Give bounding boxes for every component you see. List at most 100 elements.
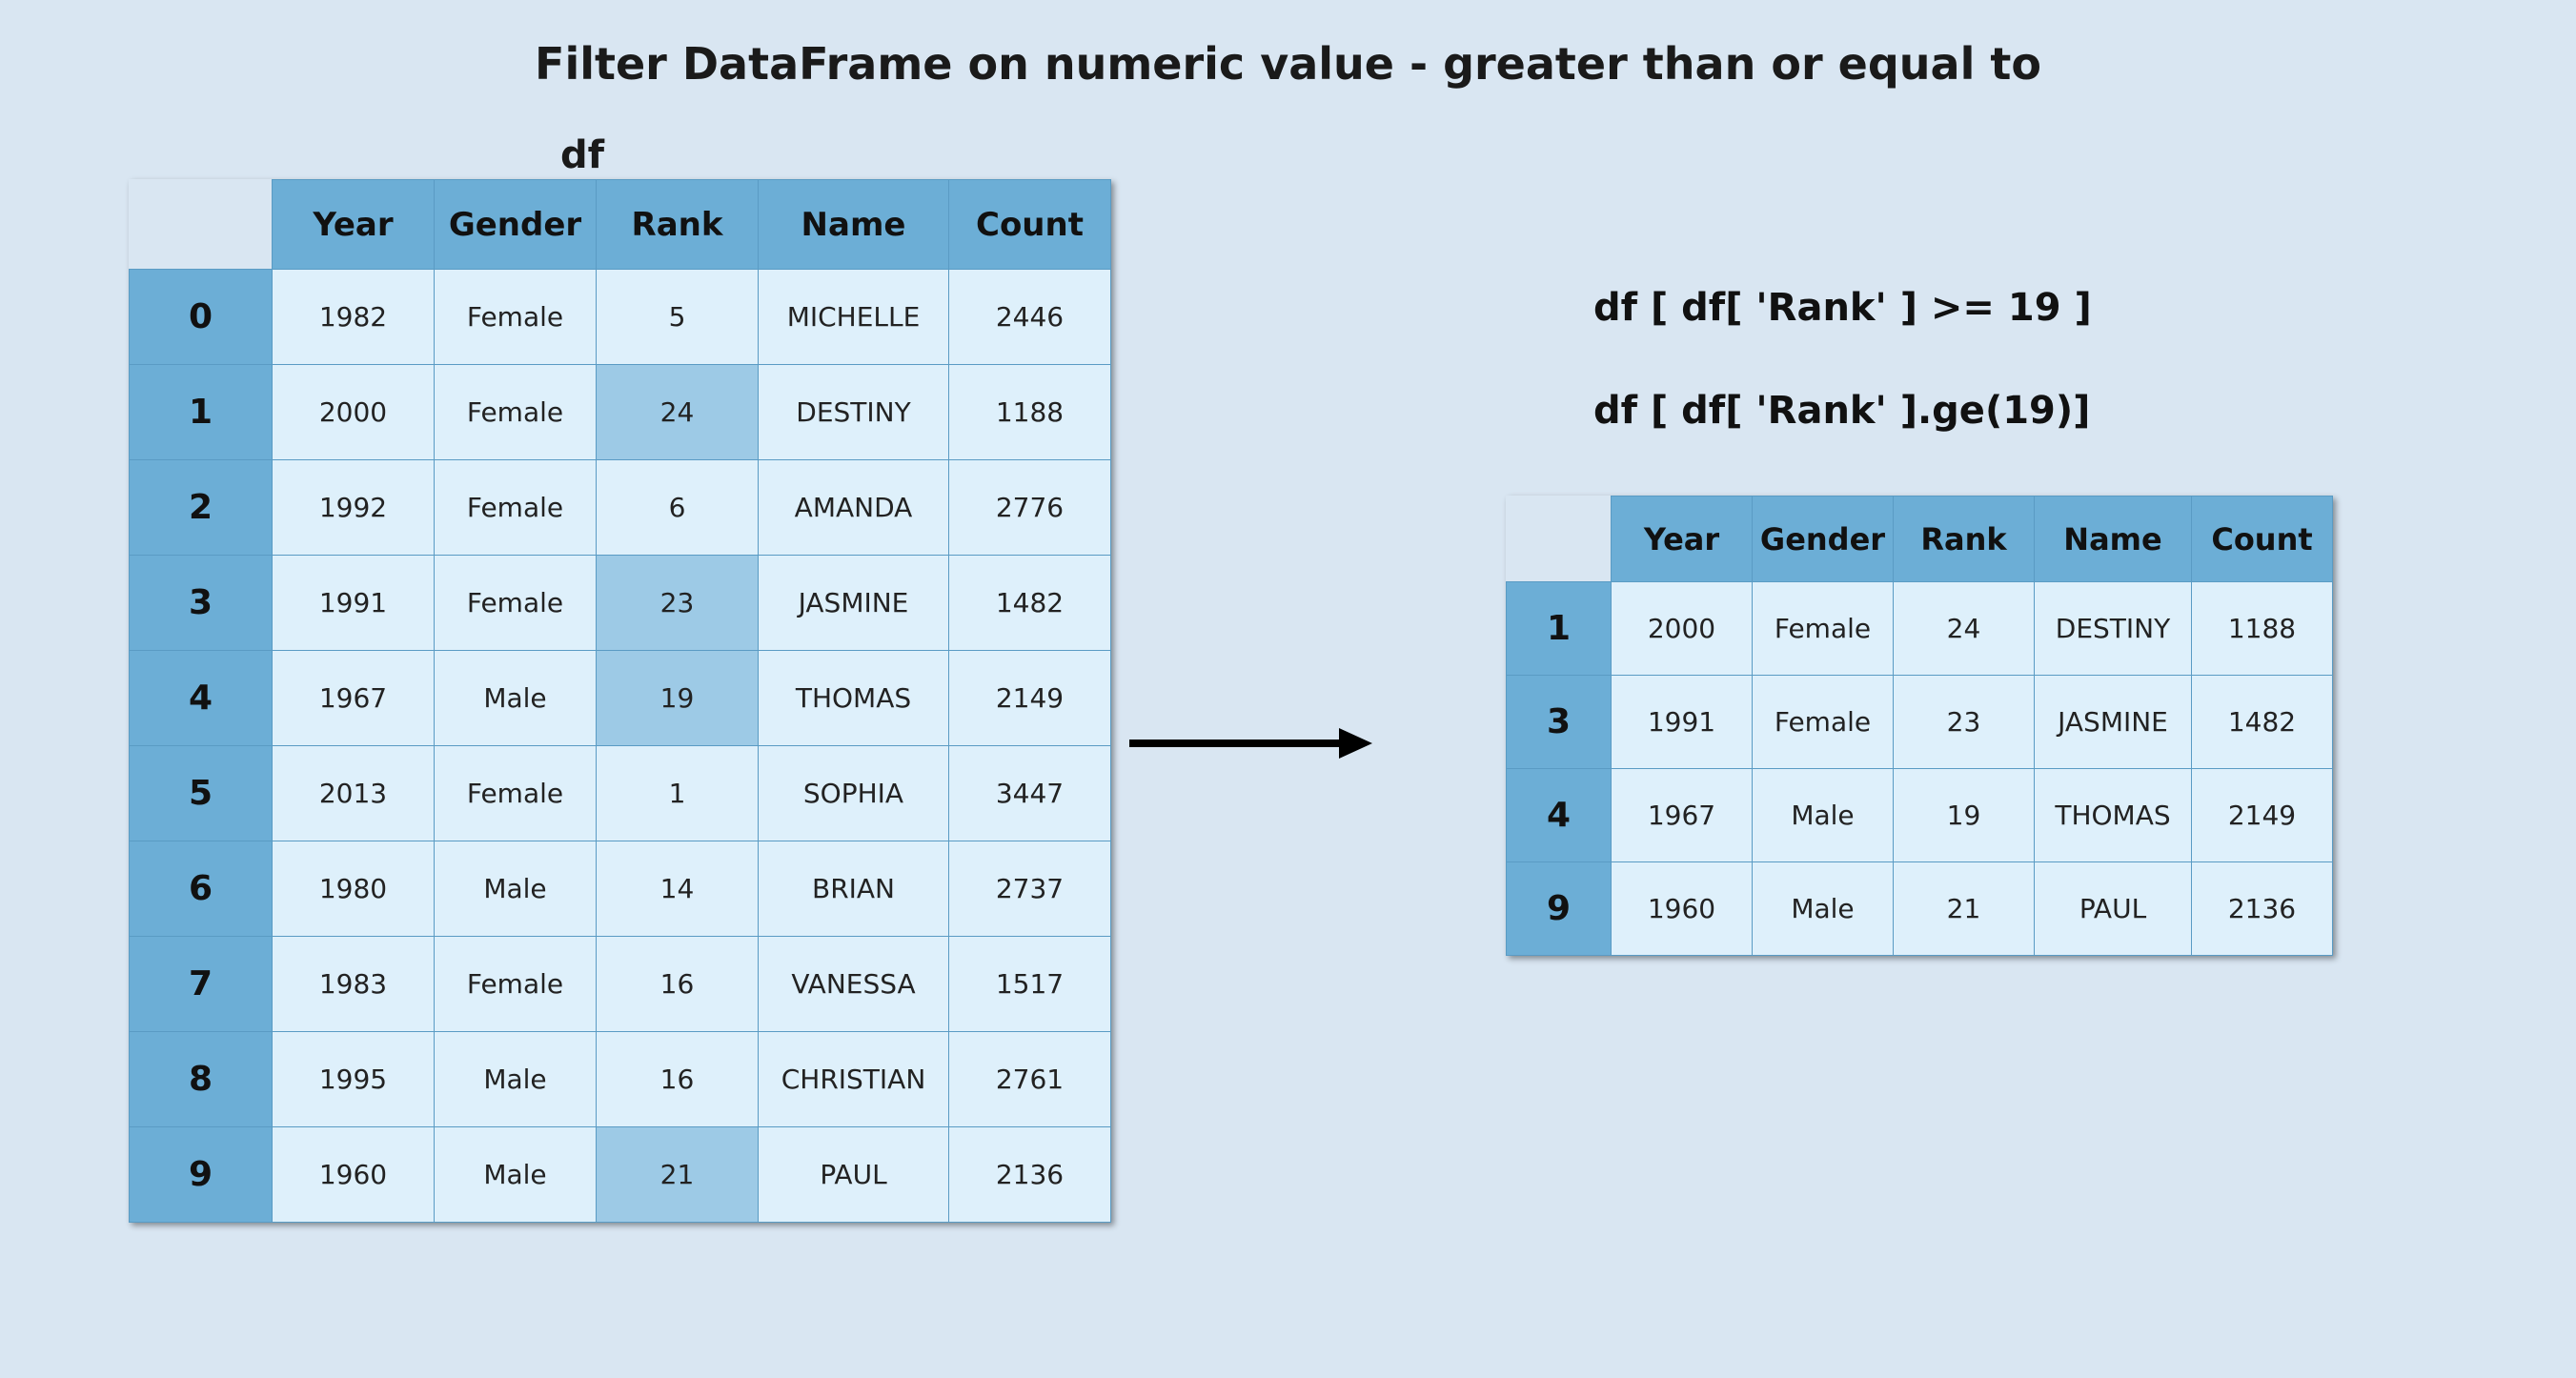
cell-count: 3447 [949,746,1111,841]
row-index: 2 [130,460,273,556]
cell-name: THOMAS [2035,769,2192,862]
cell-count: 1188 [2192,582,2333,676]
cell-year: 1991 [273,556,435,651]
cell-gender: Female [1753,676,1894,769]
source-dataframe-table: Year Gender Rank Name Count 01982Female5… [129,179,1111,1223]
cell-count: 2737 [949,841,1111,937]
cell-count: 1482 [2192,676,2333,769]
col-header-count: Count [949,180,1111,270]
cell-rank: 14 [597,841,759,937]
row-index: 3 [130,556,273,651]
cell-count: 2136 [2192,862,2333,956]
cell-name: JASMINE [759,556,949,651]
cell-year: 1982 [273,270,435,365]
col-header-year: Year [273,180,435,270]
cell-gender: Female [435,937,597,1032]
cell-gender: Male [435,841,597,937]
table-row: 21992Female6AMANDA2776 [130,460,1111,556]
cell-gender: Male [1753,769,1894,862]
table-row: 52013Female1SOPHIA3447 [130,746,1111,841]
code-expression-ge-method: df [ df[ 'Rank' ].ge(19)] [1593,389,2090,433]
cell-rank: 1 [597,746,759,841]
cell-year: 1983 [273,937,435,1032]
cell-count: 2136 [949,1127,1111,1223]
cell-gender: Male [435,1032,597,1127]
cell-count: 2446 [949,270,1111,365]
cell-year: 1991 [1612,676,1753,769]
cell-count: 2776 [949,460,1111,556]
cell-rank: 24 [597,365,759,460]
row-index: 0 [130,270,273,365]
cell-name: CHRISTIAN [759,1032,949,1127]
row-index: 6 [130,841,273,937]
cell-year: 1967 [1612,769,1753,862]
cell-count: 2149 [949,651,1111,746]
cell-gender: Female [435,270,597,365]
cell-rank: 21 [1894,862,2035,956]
row-index: 5 [130,746,273,841]
arrow-icon [1125,724,1372,762]
left-table-label: df [560,133,604,177]
row-index: 4 [1507,769,1612,862]
table-row: 12000Female24DESTINY1188 [1507,582,2333,676]
cell-rank: 19 [597,651,759,746]
table-row: 12000Female24DESTINY1188 [130,365,1111,460]
cell-name: THOMAS [759,651,949,746]
col-header-gender: Gender [435,180,597,270]
cell-rank: 6 [597,460,759,556]
cell-count: 2761 [949,1032,1111,1127]
cell-year: 1960 [273,1127,435,1223]
table-row: 71983Female16VANESSA1517 [130,937,1111,1032]
row-index: 3 [1507,676,1612,769]
cell-name: AMANDA [759,460,949,556]
cell-name: PAUL [759,1127,949,1223]
cell-count: 1482 [949,556,1111,651]
row-index: 7 [130,937,273,1032]
table-row: 31991Female23JASMINE1482 [130,556,1111,651]
col-header-count: Count [2192,496,2333,582]
table-row: 81995Male16CHRISTIAN2761 [130,1032,1111,1127]
cell-rank: 16 [597,1032,759,1127]
cell-gender: Female [435,365,597,460]
table-row: 91960Male21PAUL2136 [1507,862,2333,956]
row-index: 4 [130,651,273,746]
cell-year: 2013 [273,746,435,841]
cell-gender: Female [435,460,597,556]
cell-rank: 21 [597,1127,759,1223]
cell-name: SOPHIA [759,746,949,841]
row-index: 8 [130,1032,273,1127]
table-row: 41967Male19THOMAS2149 [130,651,1111,746]
right-table-container: Year Gender Rank Name Count 12000Female2… [1506,496,2333,956]
cell-rank: 23 [597,556,759,651]
cell-year: 2000 [273,365,435,460]
code-expression-ge-operator: df [ df[ 'Rank' ] >= 19 ] [1593,286,2092,330]
cell-name: PAUL [2035,862,2192,956]
table-row: 91960Male21PAUL2136 [130,1127,1111,1223]
col-header-gender: Gender [1753,496,1894,582]
cell-rank: 16 [597,937,759,1032]
cell-year: 2000 [1612,582,1753,676]
cell-gender: Male [1753,862,1894,956]
row-index: 1 [1507,582,1612,676]
table-row: 31991Female23JASMINE1482 [1507,676,2333,769]
cell-name: JASMINE [2035,676,2192,769]
cell-rank: 19 [1894,769,2035,862]
cell-year: 1980 [273,841,435,937]
cell-year: 1960 [1612,862,1753,956]
page-title: Filter DataFrame on numeric value - grea… [0,38,2576,90]
table-row: 61980Male14BRIAN2737 [130,841,1111,937]
cell-year: 1995 [273,1032,435,1127]
cell-rank: 23 [1894,676,2035,769]
col-header-rank: Rank [597,180,759,270]
cell-name: DESTINY [2035,582,2192,676]
cell-count: 1188 [949,365,1111,460]
cell-rank: 5 [597,270,759,365]
row-index: 9 [130,1127,273,1223]
cell-gender: Male [435,651,597,746]
cell-name: BRIAN [759,841,949,937]
cell-name: MICHELLE [759,270,949,365]
row-index: 9 [1507,862,1612,956]
cell-year: 1992 [273,460,435,556]
row-index: 1 [130,365,273,460]
filtered-dataframe-table: Year Gender Rank Name Count 12000Female2… [1506,496,2333,956]
